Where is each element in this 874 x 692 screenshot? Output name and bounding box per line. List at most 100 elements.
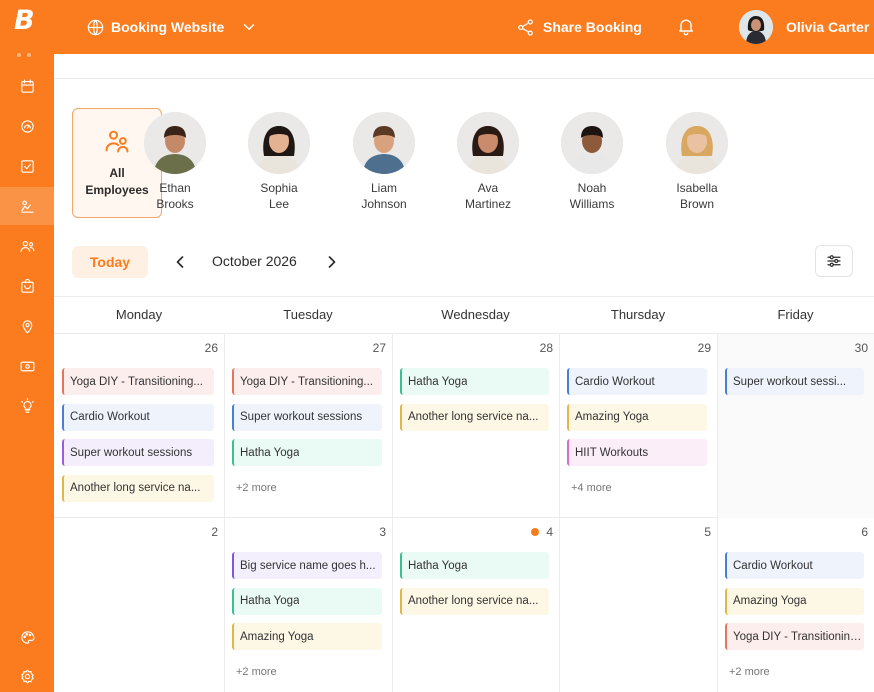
share-booking-button[interactable]: Share Booking <box>516 16 642 38</box>
sidebar: B <box>0 0 54 692</box>
calendar-event-title: Yoga DIY - Transitioning... <box>733 630 864 643</box>
sidebar-item-customers[interactable] <box>0 227 54 265</box>
sidebar-item-settings[interactable] <box>0 657 54 692</box>
employee-name: Isabella Brown <box>652 180 742 212</box>
calendar-event-title: Cardio Workout <box>70 411 150 423</box>
calendar-day-cell[interactable]: 30 Super workout sessi... <box>717 334 874 518</box>
calendar-day-cell[interactable]: 28 Hatha Yoga Another long service na... <box>392 334 559 518</box>
next-month-button[interactable] <box>322 252 342 272</box>
employee-filter-item[interactable]: Ethan Brooks <box>130 112 220 212</box>
sidebar-item-tasks[interactable] <box>0 147 54 185</box>
calendar-event[interactable]: Amazing Yoga <box>567 403 707 431</box>
sidebar-item-appearance[interactable] <box>0 618 54 656</box>
calendar-event[interactable]: Yoga DIY - Transitioning... <box>62 368 214 395</box>
employee-filter-item[interactable]: Isabella Brown <box>652 112 742 212</box>
employee-first-name: Sophia <box>260 181 298 195</box>
site-dropdown-toggle[interactable] <box>240 18 258 36</box>
sidebar-item-store[interactable] <box>0 267 54 305</box>
notifications-button[interactable] <box>676 16 698 38</box>
share-booking-label: Share Booking <box>543 19 642 35</box>
employee-filter-item[interactable]: Liam Johnson <box>339 112 429 212</box>
chevron-down-icon <box>243 24 255 30</box>
calendar-day-cell[interactable]: 6 Cardio Workout Amazing Yoga Yoga DIY - Tr… <box>717 518 874 692</box>
calendar-event-title: Cardio Workout <box>733 559 813 572</box>
calendar-event[interactable]: Amazing Yoga <box>725 587 864 615</box>
employee-avatar <box>666 112 728 174</box>
calendar-event[interactable]: Cardio Workout <box>725 552 864 579</box>
employee-name: Sophia Lee <box>234 180 324 212</box>
site-selector[interactable]: Booking Website <box>86 16 224 38</box>
sidebar-item-payments[interactable] <box>0 347 54 385</box>
calendar-event[interactable]: Hatha Yoga <box>400 552 549 579</box>
employee-first-name: Ethan <box>159 181 191 195</box>
calendar-day-cell[interactable]: 3 Big service name goes h... Hatha Yoga Ama… <box>224 518 392 692</box>
user-menu[interactable]: Olivia Carter <box>739 10 869 44</box>
calendar-event[interactable]: Cardio Workout <box>62 403 214 431</box>
chevron-right-icon <box>328 256 336 268</box>
sliders-icon <box>827 255 841 267</box>
date-number-text: 3 <box>379 525 386 539</box>
more-events-link[interactable]: +2 more <box>729 666 770 678</box>
calendar-day-cell[interactable]: 27 Yoga DIY - Transitioning... Super worko… <box>224 334 392 518</box>
employee-first-name: Noah <box>577 181 607 195</box>
calendar-event[interactable]: Hatha Yoga <box>232 439 382 466</box>
calendar-event[interactable]: Another long service na... <box>400 587 549 615</box>
calendar-event[interactable]: Cardio Workout <box>567 368 707 395</box>
calendar-event[interactable]: Hatha Yoga <box>400 368 549 395</box>
employee-avatar <box>457 112 519 174</box>
date-number-text: 4 <box>546 525 553 539</box>
calendar-day-cell[interactable]: 4 Hatha Yoga Another long service na... <box>392 518 559 692</box>
calendar-day-cell[interactable]: 29 Cardio Workout Amazing Yoga HIIT Workout… <box>559 334 717 518</box>
calendar-day-cell[interactable]: 5 <box>559 518 717 692</box>
filter-button[interactable] <box>815 245 853 277</box>
calendar-event[interactable]: Yoga DIY - Transitioning... <box>232 368 382 395</box>
calendar-event-title: Another long service na... <box>408 411 539 423</box>
brand-logo[interactable]: B <box>14 6 40 36</box>
employee-name: Noah Williams <box>547 180 637 212</box>
site-selector-label: Booking Website <box>111 19 225 35</box>
employee-last-name: Lee <box>268 197 290 211</box>
calendar-event[interactable]: Big service name goes h... <box>232 552 382 579</box>
day-header: Tuesday <box>283 307 333 322</box>
employee-name: Ethan Brooks <box>130 180 220 212</box>
sidebar-item-services[interactable] <box>0 187 54 225</box>
calendar-event[interactable]: Hatha Yoga <box>232 587 382 615</box>
calendar-event[interactable]: Amazing Yoga <box>232 623 382 650</box>
grid-line <box>559 518 560 692</box>
calendar-event[interactable]: Another long service na... <box>62 474 214 502</box>
more-events-link[interactable]: +2 more <box>236 666 277 678</box>
sidebar-item-dashboard[interactable] <box>0 107 54 145</box>
employee-filter-item[interactable]: Noah Williams <box>547 112 637 212</box>
sidebar-item-locations[interactable] <box>0 307 54 345</box>
calendar-event[interactable]: Another long service na... <box>400 403 549 431</box>
calendar-event-title: Super workout sessions <box>240 411 363 423</box>
date-number: 2 <box>211 525 218 539</box>
sidebar-dots <box>17 44 37 57</box>
more-events-link[interactable]: +2 more <box>236 482 277 494</box>
prev-month-button[interactable] <box>170 252 190 272</box>
divider <box>54 78 874 79</box>
employee-filter-item[interactable]: Ava Martinez <box>443 112 533 212</box>
calendar-day-cell[interactable]: 2 <box>54 518 224 692</box>
date-number: 27 <box>373 341 386 355</box>
today-indicator-dot <box>531 528 540 536</box>
calendar-event[interactable]: Super workout sessions <box>232 403 382 431</box>
grid-line <box>224 518 225 692</box>
calendar-grid: Monday Tuesday Wednesday Thursday Friday 26 Yo… <box>54 296 874 692</box>
calendar-event[interactable]: Super workout sessions <box>62 439 214 466</box>
calendar-day-cell[interactable]: 26 Yoga DIY - Transitioning... Cardio Work… <box>54 334 224 518</box>
calendar-event-title: Amazing Yoga <box>575 411 649 423</box>
today-button[interactable]: Today <box>72 246 148 278</box>
employee-filter-item[interactable]: Sophia Lee <box>234 112 324 212</box>
more-events-link[interactable]: +4 more <box>571 482 612 494</box>
main-content: All Employees Ethan Brooks Sophia Lee Liam Jo… <box>54 54 874 692</box>
calendar-event[interactable]: Super workout sessi... <box>725 368 864 395</box>
location-icon <box>22 319 32 333</box>
month-label: October 2026 <box>212 253 297 269</box>
calendar-event[interactable]: HIIT Workouts <box>567 439 707 466</box>
sidebar-item-ideas[interactable] <box>0 387 54 425</box>
grid-line <box>717 334 718 518</box>
employee-first-name: Isabella <box>676 181 718 195</box>
calendar-event[interactable]: Yoga DIY - Transitioning... <box>725 623 864 650</box>
sidebar-item-calendar[interactable] <box>0 67 54 105</box>
